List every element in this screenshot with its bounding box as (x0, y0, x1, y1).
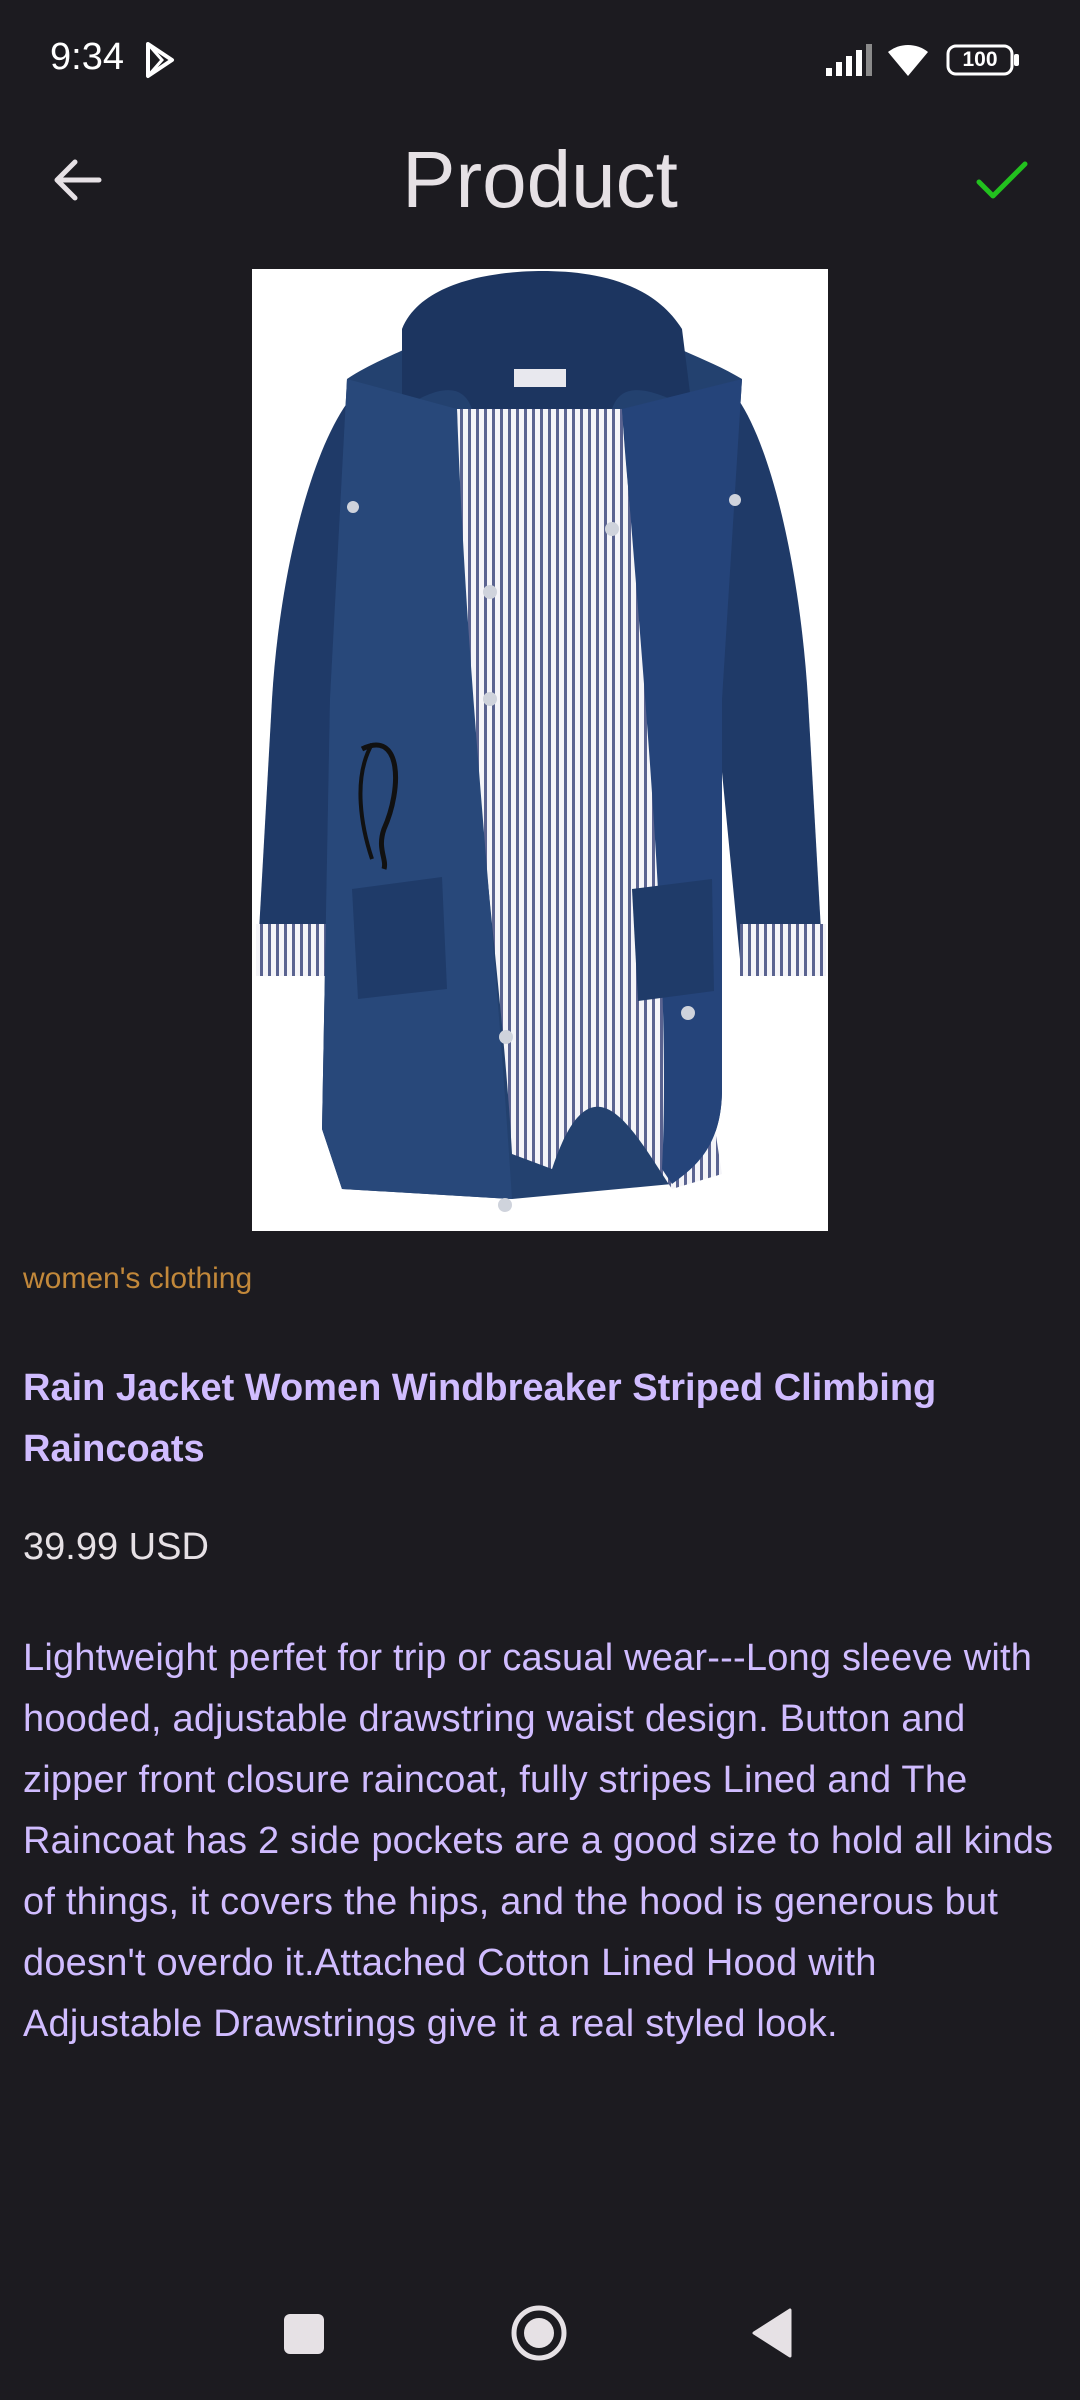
confirm-button[interactable] (962, 140, 1042, 220)
product-category: women's clothing (23, 1262, 253, 1295)
page-title: Product (402, 135, 678, 224)
wifi-icon (888, 44, 928, 76)
status-bar: 9:34 100 (0, 0, 1080, 120)
product-price: 39.99 USD (23, 1526, 209, 1568)
home-button[interactable] (510, 2304, 568, 2362)
status-time: 9:34 (50, 36, 124, 78)
arrow-left-icon (54, 159, 102, 201)
system-navigation-bar (0, 2280, 1080, 2400)
system-back-button[interactable] (750, 2308, 794, 2358)
top-app-bar: Product (0, 120, 1080, 240)
back-button[interactable] (38, 140, 118, 220)
product-description: Lightweight perfet for trip or casual we… (23, 1637, 1054, 2045)
recents-button[interactable] (284, 2314, 324, 2354)
product-image (252, 269, 828, 1231)
play-store-icon (146, 42, 174, 78)
rain-jacket-image (256, 271, 826, 1212)
battery-icon: 100 (946, 44, 1020, 76)
battery-level: 100 (962, 48, 998, 71)
check-icon (976, 161, 1028, 199)
signal-icon (826, 44, 872, 76)
product-name: Rain Jacket Women Windbreaker Striped Cl… (23, 1367, 937, 1470)
